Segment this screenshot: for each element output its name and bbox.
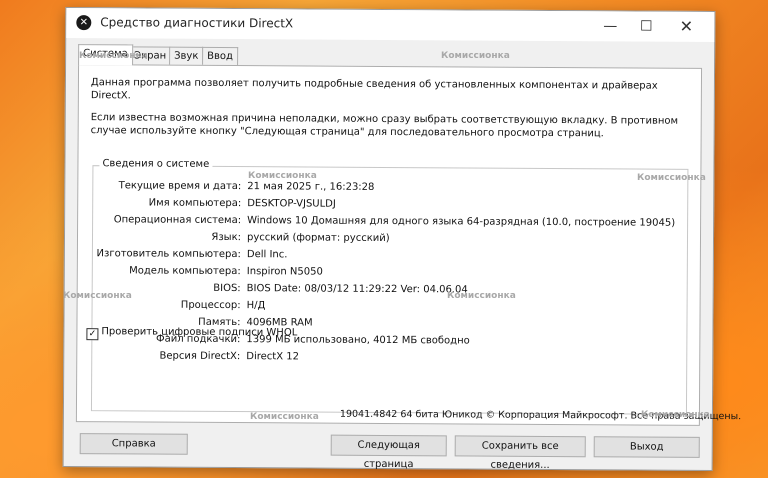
info-row-directx-version: Версия DirectX: DirectX 12 — [92, 348, 686, 368]
intro-hint-text: Если известна возможная причина неполадк… — [90, 112, 679, 140]
watermark: Комиссионка — [79, 51, 148, 61]
minimize-button[interactable]: — — [592, 14, 628, 38]
info-label: Модель компьютера: — [129, 265, 241, 278]
info-value: DESKTOP-VJSULDJ — [247, 198, 336, 210]
info-label: Операционная система: — [113, 214, 242, 227]
system-info-group: Сведения о системе Текущие время и дата:… — [90, 158, 689, 415]
info-value: DirectX 12 — [246, 351, 300, 363]
whql-checkbox-label: Проверить цифровые подписи WHQL — [101, 326, 298, 339]
system-tab-panel: Данная программа позволяет получить подр… — [75, 64, 703, 426]
watermark: Комиссионка — [250, 412, 319, 422]
info-label: Изготовитель компьютера: — [96, 248, 241, 261]
info-label: Версия DirectX: — [159, 350, 241, 363]
info-value: русский (формат: русский) — [246, 232, 390, 245]
directx-diagnostic-window: ✕ Средство диагностики DirectX — ☐ ✕ Сис… — [62, 7, 741, 471]
info-label: Процессор: — [180, 299, 241, 312]
info-value: 21 мая 2025 г., 16:23:28 — [247, 181, 375, 193]
info-label: Язык: — [211, 231, 242, 244]
title-bar[interactable]: ✕ Средство диагностики DirectX — ☐ ✕ — [66, 8, 715, 42]
watermark: Комиссионка — [248, 171, 317, 181]
directx-app-icon: ✕ — [76, 15, 92, 31]
info-value: Inspiron N5050 — [246, 266, 323, 278]
info-value: Dell Inc. — [246, 249, 288, 261]
next-page-button[interactable]: Следующая страница — [330, 434, 447, 470]
intro-text: Данная программа позволяет получить подр… — [90, 77, 658, 102]
window-title: Средство диагностики DirectX — [100, 15, 294, 31]
watermark: Комиссионка — [637, 173, 706, 183]
watermark: Комиссионка — [63, 291, 132, 301]
tab-sound[interactable]: Звук — [169, 46, 204, 65]
exit-button[interactable]: Выход — [593, 436, 700, 458]
checkbox-check-icon[interactable]: ✓ — [86, 328, 99, 341]
info-label: Текущие время и дата: — [118, 180, 242, 193]
maximize-button[interactable]: ☐ — [628, 14, 664, 38]
tab-input[interactable]: Ввод — [202, 46, 238, 66]
save-all-info-button[interactable]: Сохранить все сведения... — [454, 435, 586, 471]
system-info-title: Сведения о системе — [99, 158, 213, 170]
info-value: Н/Д — [246, 300, 266, 312]
info-label: Имя компьютера: — [148, 197, 242, 210]
watermark: Комиссионка — [447, 291, 516, 301]
whql-checkbox[interactable]: ✓ Проверить цифровые подписи WHQL — [86, 326, 297, 341]
watermark: Комиссионка — [641, 410, 710, 420]
watermark: Комиссионка — [441, 51, 510, 61]
help-button[interactable]: Справка — [79, 433, 188, 455]
info-label: BIOS: — [213, 282, 241, 295]
close-button[interactable]: ✕ — [668, 15, 704, 39]
info-value: Windows 10 Домашняя для одного языка 64-… — [247, 215, 676, 229]
info-value: BIOS Date: 08/03/12 11:29:22 Ver: 04.06.… — [246, 283, 468, 296]
